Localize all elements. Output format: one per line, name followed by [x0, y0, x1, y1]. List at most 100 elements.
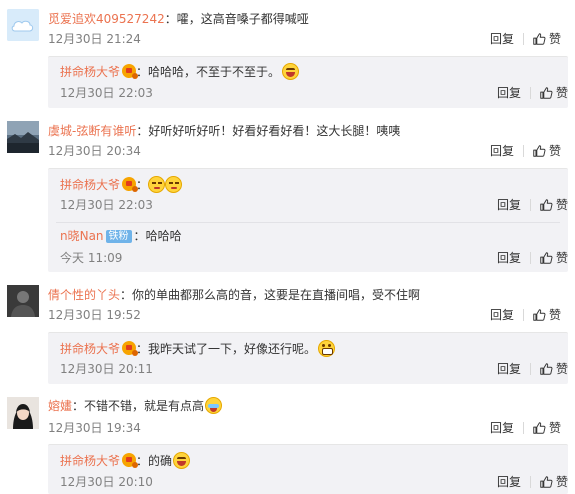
- avatar[interactable]: [7, 9, 39, 41]
- dark-photo-avatar-icon: [7, 285, 39, 317]
- separator: ：: [72, 399, 85, 413]
- reply-button[interactable]: 回复: [497, 474, 521, 490]
- divider: [529, 363, 531, 375]
- reply-divider: [56, 222, 560, 223]
- comment-body: 好听好听好听！好看好看好看！这大长腿！咦咦: [148, 124, 401, 138]
- thumbs-up-icon: [532, 421, 546, 435]
- comment-username[interactable]: 倩个性的丫头: [48, 288, 120, 302]
- reply-text: 拼命杨大爷 ：我昨天试了一下，好像还行呢。: [60, 340, 336, 357]
- like-button[interactable]: 赞: [532, 307, 561, 323]
- reply-button[interactable]: 回复: [490, 307, 514, 323]
- separator: ：: [164, 12, 177, 26]
- reply-box: 拼命杨大爷 ：的确 12月30日 20:10 回复 赞: [48, 444, 568, 494]
- thumbs-up-icon: [539, 198, 553, 212]
- reply-button[interactable]: 回复: [490, 420, 514, 436]
- comment-time: 12月30日 19:34: [48, 421, 141, 435]
- reply-text: 拼命杨大爷 ：的确: [60, 452, 191, 469]
- like-label: 赞: [555, 86, 568, 100]
- like-button[interactable]: 赞: [539, 361, 568, 377]
- like-label: 赞: [548, 308, 561, 322]
- thumbs-up-icon: [539, 251, 553, 265]
- avatar[interactable]: [7, 397, 39, 429]
- comment-body: 嚯，这高音嗓子都得喊哑: [176, 12, 309, 26]
- reply-button[interactable]: 回复: [497, 250, 521, 266]
- reply-box: 拼命杨大爷 ：我昨天试了一下，好像还行呢。 12月30日 20:11 回复 赞: [48, 332, 568, 384]
- divider: [522, 422, 524, 434]
- avatar[interactable]: [7, 121, 39, 153]
- reply-box: 拼命杨大爷 ：哈哈哈，不至于不至于。 12月30日 22:03 回复 赞: [48, 56, 568, 108]
- reply-actions: 回复 赞: [497, 474, 568, 490]
- thumbs-up-icon: [539, 86, 553, 100]
- thumbs-up-icon: [539, 475, 553, 489]
- comment-username[interactable]: 觅爱追欢409527242: [48, 12, 165, 26]
- reply-button[interactable]: 回复: [490, 31, 514, 47]
- divider: [522, 33, 524, 45]
- comment-actions: 回复 赞: [490, 31, 561, 47]
- comment-actions: 回复 赞: [490, 307, 561, 323]
- laughing-emoji-icon: [282, 63, 300, 80]
- comment-item: 觅爱追欢409527242：嚯，这高音嗓子都得喊哑 12月30日 21:24 回…: [0, 0, 575, 112]
- separator: ：: [136, 124, 149, 138]
- like-label: 赞: [548, 421, 561, 435]
- thumbs-up-icon: [532, 308, 546, 322]
- divider: [529, 87, 531, 99]
- like-button[interactable]: 赞: [539, 197, 568, 213]
- comment-time: 12月30日 21:24: [48, 32, 141, 46]
- portrait-avatar-icon: [7, 397, 39, 429]
- reply-actions: 回复 赞: [497, 361, 568, 377]
- comment-username[interactable]: 虞城-弦断有谁听: [48, 124, 136, 138]
- comment-username[interactable]: 嫆嫿: [48, 399, 72, 413]
- like-button[interactable]: 赞: [539, 474, 568, 490]
- landscape-avatar-icon: [7, 121, 39, 153]
- reply-text: 拼命杨大爷 ：哈哈哈，不至于不至于。: [60, 63, 300, 80]
- like-button[interactable]: 赞: [532, 420, 561, 436]
- comment-actions: 回复 赞: [490, 420, 561, 436]
- vip-icon: [122, 64, 139, 79]
- reply-username[interactable]: 拼命杨大爷: [60, 454, 120, 468]
- reply-actions: 回复 赞: [497, 85, 568, 101]
- like-label: 赞: [555, 251, 568, 265]
- separator: ：: [133, 229, 146, 243]
- like-button[interactable]: 赞: [532, 31, 561, 47]
- vip-icon: [122, 341, 139, 356]
- reply-button[interactable]: 回复: [497, 85, 521, 101]
- reply-time: 12月30日 22:03: [60, 198, 153, 212]
- comment-text: 嫆嫿：不错不错，就是有点高: [48, 397, 223, 414]
- divider: [522, 309, 524, 321]
- like-button[interactable]: 赞: [539, 250, 568, 266]
- vip-icon: [122, 177, 139, 192]
- reply-time: 12月30日 20:11: [60, 362, 153, 376]
- divider: [522, 145, 524, 157]
- reply-body: 哈哈哈，不至于不至于。: [148, 65, 281, 79]
- reply-username[interactable]: 拼命杨大爷: [60, 342, 120, 356]
- like-label: 赞: [548, 144, 561, 158]
- comment-item: 嫆嫿：不错不错，就是有点高 12月30日 19:34 回复 赞 拼命杨大爷 ：的确…: [0, 386, 575, 494]
- grinning-emoji-icon: [318, 340, 336, 357]
- divider: [529, 252, 531, 264]
- comment-text: 虞城-弦断有谁听：好听好听好听！好看好看好看！这大长腿！咦咦: [48, 123, 400, 139]
- reply-text: 拼命杨大爷：: [60, 176, 183, 193]
- thumbs-up-icon: [532, 32, 546, 46]
- reply-button[interactable]: 回复: [497, 361, 521, 377]
- reply-username[interactable]: 拼命杨大爷: [60, 65, 120, 79]
- fan-badge: 铁粉: [105, 230, 132, 243]
- reply-time: 今天 11:09: [60, 251, 123, 265]
- like-button[interactable]: 赞: [532, 143, 561, 159]
- reply-time: 12月30日 22:03: [60, 86, 153, 100]
- like-button[interactable]: 赞: [539, 85, 568, 101]
- reply-username[interactable]: 拼命杨大爷: [60, 178, 120, 192]
- avatar[interactable]: [7, 285, 39, 317]
- comment-time: 12月30日 19:52: [48, 308, 141, 322]
- thumbs-up-icon: [532, 144, 546, 158]
- reply-button[interactable]: 回复: [490, 143, 514, 159]
- unamused-emoji-icon: [165, 176, 183, 193]
- reply-button[interactable]: 回复: [497, 197, 521, 213]
- reply-actions: 回复 赞: [497, 197, 568, 213]
- comment-text: 觅爱追欢409527242：嚯，这高音嗓子都得喊哑: [48, 11, 309, 27]
- comment-text: 倩个性的丫头：你的单曲都那么高的音，这要是在直播间唱，受不住啊: [48, 287, 420, 303]
- reply-box: 拼命杨大爷： 12月30日 22:03 回复 赞 n晓Nan 铁粉 ：哈哈哈 今天 …: [48, 168, 568, 272]
- comment-actions: 回复 赞: [490, 143, 561, 159]
- like-label: 赞: [555, 362, 568, 376]
- reply-body: 我昨天试了一下，好像还行呢。: [148, 342, 317, 356]
- reply-username[interactable]: n晓Nan: [60, 229, 104, 243]
